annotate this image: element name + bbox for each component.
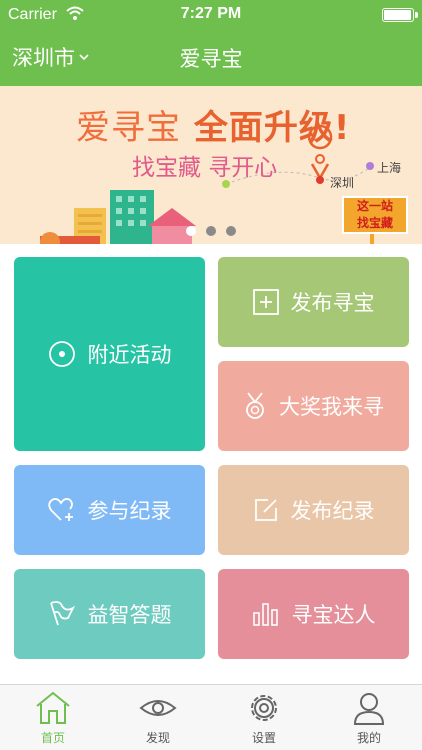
eye-icon [139, 700, 177, 716]
nav-bar: 深圳市 爱寻宝 [0, 30, 422, 86]
banner-city-shenzhen: 深圳 [330, 176, 355, 190]
bar-chart-icon [252, 601, 280, 627]
tab-label: 发现 [145, 731, 170, 745]
home-icon [36, 691, 70, 724]
tile-nearby[interactable]: 附近活动 [14, 257, 205, 451]
target-icon [48, 340, 76, 368]
tile-participation[interactable]: 参与纪录 [14, 465, 205, 555]
heart-plus-icon [47, 497, 76, 523]
status-bar: Carrier 7:27 PM [0, 0, 422, 30]
tile-label: 益智答题 [87, 603, 172, 627]
page-dot[interactable] [206, 226, 216, 236]
tab-label: 首页 [40, 731, 65, 745]
tab-profile[interactable]: 我的 [329, 691, 409, 746]
gear-icon [251, 695, 277, 721]
tile-label: 大奖我来寻 [279, 395, 384, 419]
tile-quiz[interactable]: 益智答题 [14, 569, 205, 659]
banner-subtitle: 找宝藏 寻开心 [132, 155, 278, 181]
battery-icon [382, 8, 418, 22]
tab-settings[interactable]: 设置 [224, 691, 304, 746]
tab-label: 我的 [356, 731, 381, 745]
user-icon [353, 693, 385, 725]
tile-publish-treasure[interactable]: 发布寻宝 [218, 257, 409, 347]
promo-banner[interactable]: 爱寻宝 全面升级! 找宝藏 寻开心 深圳 上海 这一站 找宝藏 [0, 86, 422, 244]
tile-label: 附近活动 [87, 343, 172, 367]
tile-label: 发布纪录 [290, 499, 375, 523]
banner-city-shanghai: 上海 [377, 161, 402, 175]
tile-label: 发布寻宝 [290, 291, 375, 315]
flag-icon [48, 600, 76, 628]
tile-label: 寻宝达人 [291, 603, 376, 627]
tile-ranking[interactable]: 寻宝达人 [218, 569, 409, 659]
tile-publish-records[interactable]: 发布纪录 [218, 465, 409, 555]
page-title: 爱寻宝 [179, 47, 243, 71]
tab-discover[interactable]: 发现 [118, 691, 198, 746]
tab-label: 设置 [251, 731, 276, 745]
page-dot[interactable] [186, 226, 196, 236]
page-dot[interactable] [226, 226, 236, 236]
edit-icon [253, 497, 279, 523]
tab-bar: 首页 发现 设置 我的 [0, 684, 422, 750]
tile-label: 参与纪录 [87, 499, 172, 523]
clock: 7:27 PM [180, 5, 242, 22]
medal-icon [243, 392, 267, 420]
banner-stamp: 这一站 找宝藏 [342, 196, 408, 234]
tile-prize[interactable]: 大奖我来寻 [218, 361, 409, 451]
tab-home[interactable]: 首页 [13, 691, 93, 746]
plus-square-icon [252, 289, 279, 315]
banner-headline: 爱寻宝 全面升级! [76, 108, 351, 148]
